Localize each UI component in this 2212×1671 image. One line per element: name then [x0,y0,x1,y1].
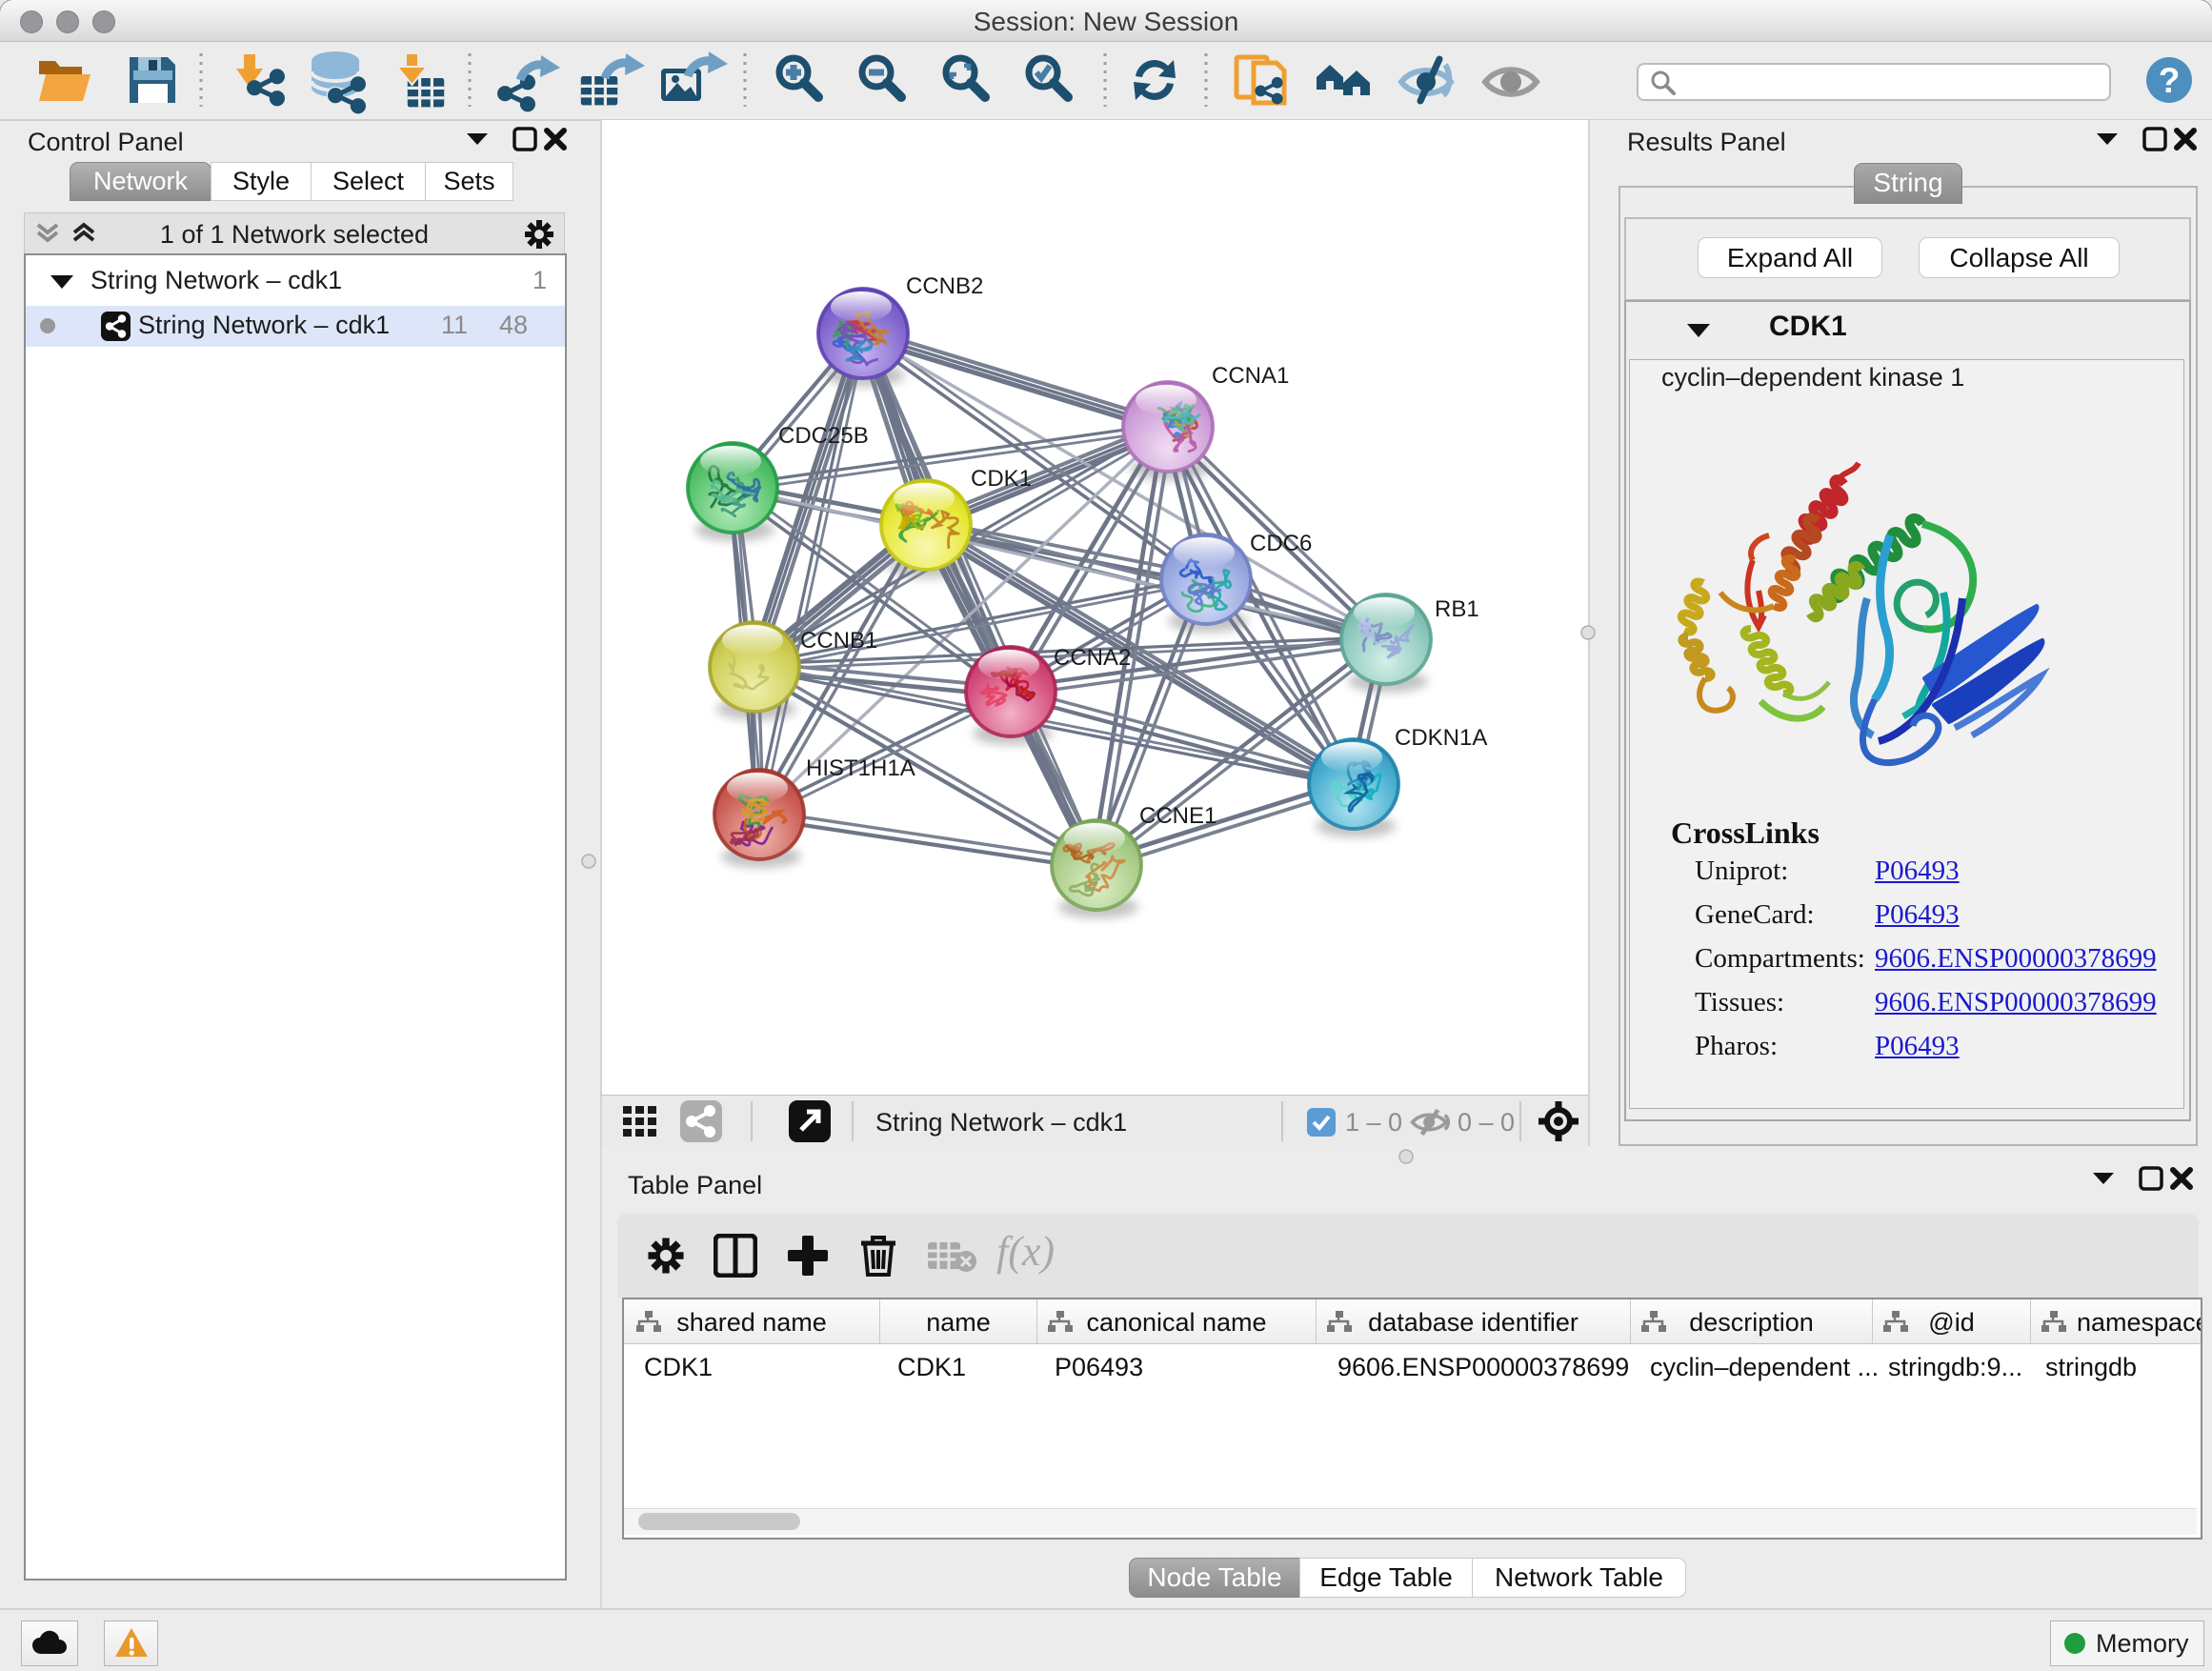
svg-text:CCNB1: CCNB1 [800,628,877,654]
svg-text:CCNE1: CCNE1 [1139,803,1217,829]
svg-text:CDK1: CDK1 [971,466,1032,492]
svg-text:?: ? [2159,61,2181,100]
svg-text:HIST1H1A: HIST1H1A [806,755,915,781]
svg-text:CDKN1A: CDKN1A [1395,725,1487,751]
svg-text:CCNA1: CCNA1 [1212,363,1289,389]
svg-text:CDC25B: CDC25B [778,423,869,449]
svg-text:RB1: RB1 [1435,596,1479,622]
svg-text:CCNA2: CCNA2 [1054,645,1131,671]
svg-text:CCNB2: CCNB2 [906,273,983,299]
svg-text:CDC6: CDC6 [1250,531,1312,556]
